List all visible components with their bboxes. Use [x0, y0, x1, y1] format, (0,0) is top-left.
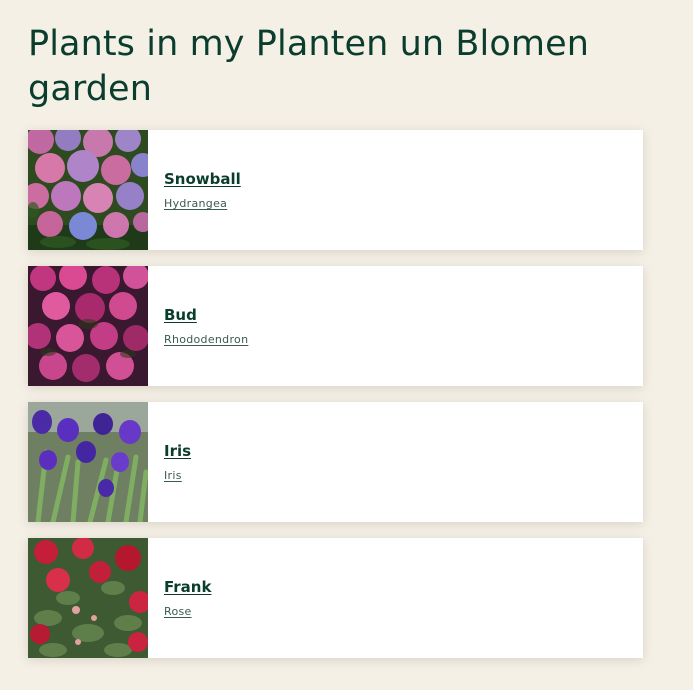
plant-card-iris: Iris Iris — [28, 402, 643, 522]
plant-name-link[interactable]: Iris — [164, 442, 191, 460]
plant-info: Frank Rose — [148, 538, 211, 658]
plant-photo-rose — [28, 538, 148, 658]
plant-card-snowball: Snowball Hydrangea — [28, 130, 643, 250]
plant-name-link[interactable]: Snowball — [164, 170, 241, 188]
plant-card-bud: Bud Rhododendron — [28, 266, 643, 386]
plant-species-link[interactable]: Rhododendron — [164, 333, 248, 346]
plant-photo-hydrangea — [28, 130, 148, 250]
page: Plants in my Planten un Blomen garden Sn… — [0, 0, 693, 690]
plant-species-link[interactable]: Iris — [164, 469, 191, 482]
plant-info: Iris Iris — [148, 402, 191, 522]
plant-species-link[interactable]: Hydrangea — [164, 197, 241, 210]
plant-info: Bud Rhododendron — [148, 266, 248, 386]
plant-photo-rhododendron — [28, 266, 148, 386]
plant-info: Snowball Hydrangea — [148, 130, 241, 250]
plant-photo-iris — [28, 402, 148, 522]
plant-species-link[interactable]: Rose — [164, 605, 211, 618]
plant-name-link[interactable]: Bud — [164, 306, 248, 324]
plant-name-link[interactable]: Frank — [164, 578, 211, 596]
plant-list: Snowball Hydrangea Bud Rhododendron Iris… — [28, 130, 693, 658]
page-title: Plants in my Planten un Blomen garden — [28, 24, 589, 109]
plant-card-frank: Frank Rose — [28, 538, 643, 658]
